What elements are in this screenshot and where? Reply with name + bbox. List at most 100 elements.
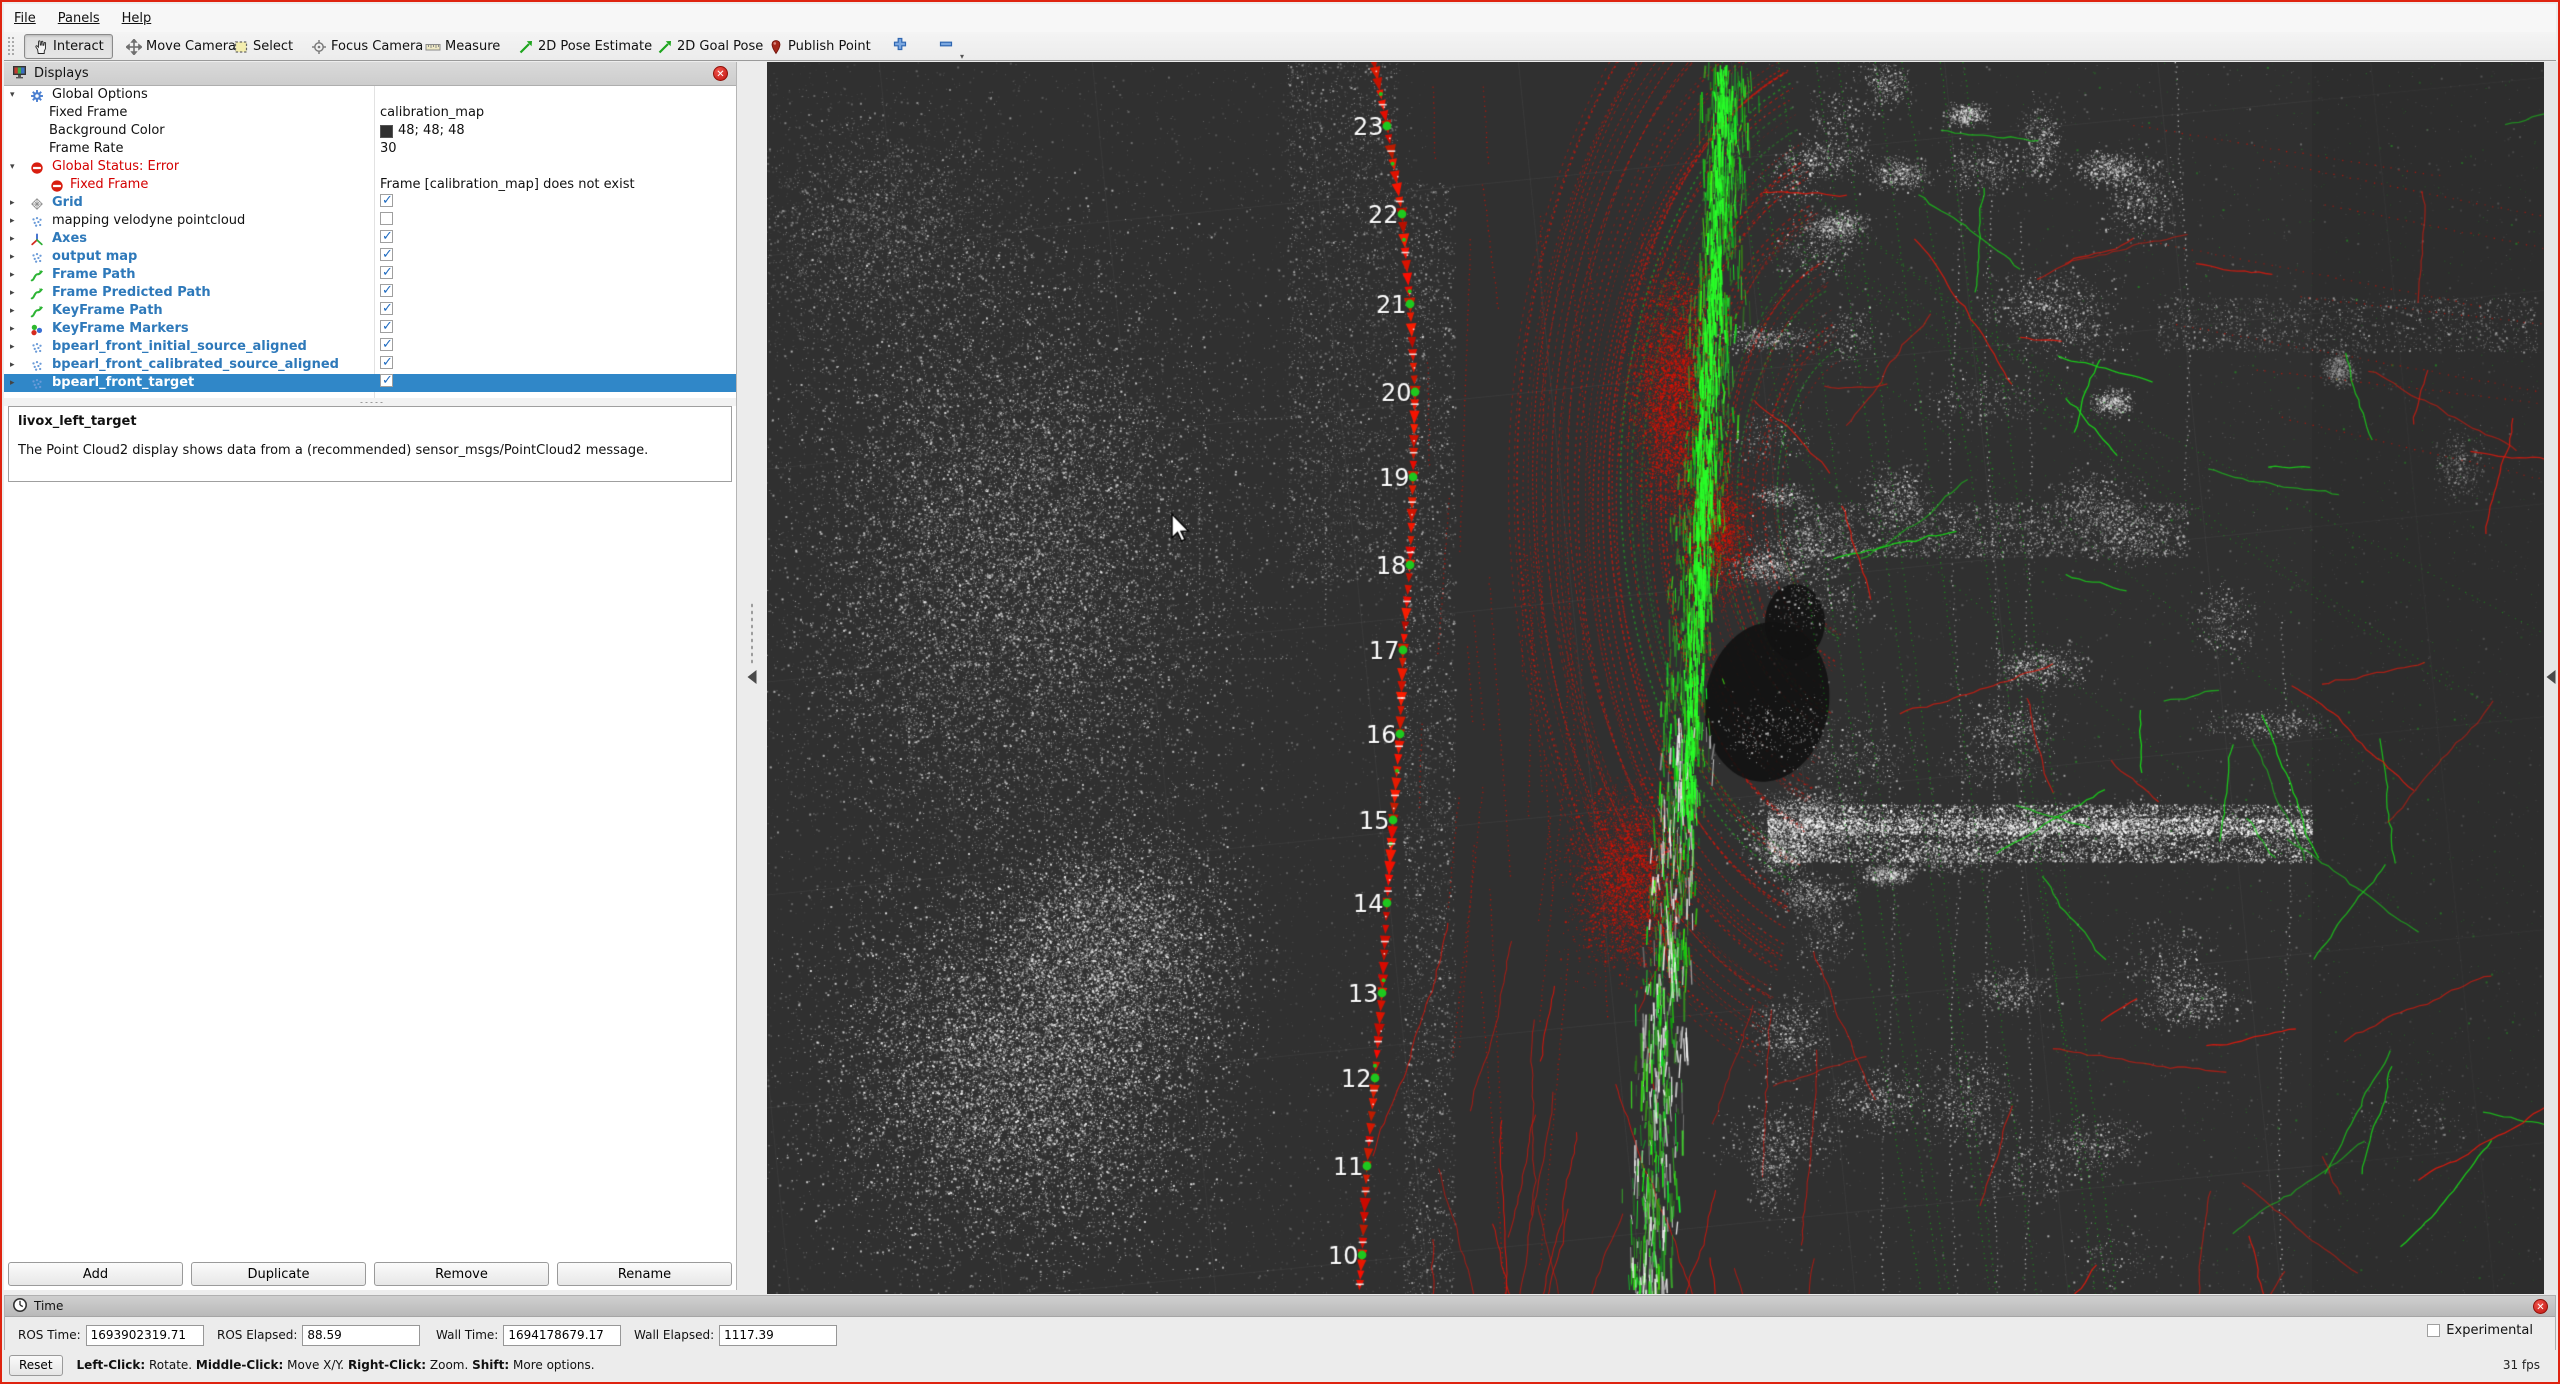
expand-icon[interactable]: ▸ [10, 194, 22, 212]
enable-checkbox[interactable] [380, 320, 393, 333]
menu-bar: File Panels Help [4, 4, 2556, 32]
row-value[interactable] [380, 212, 734, 225]
menu-file[interactable]: File [14, 11, 36, 26]
collapse-icon[interactable]: ▾ [10, 86, 22, 104]
collapse-left-panel-icon[interactable] [748, 670, 757, 684]
expand-icon[interactable]: ▸ [10, 338, 22, 356]
display-description-body: The Point Cloud2 display shows data from… [18, 443, 722, 458]
reset-button[interactable]: Reset [9, 1355, 63, 1376]
row-value[interactable]: 30 [380, 140, 734, 158]
add-tool-button[interactable] [888, 35, 912, 57]
experimental-checkbox[interactable] [2427, 1324, 2440, 1337]
enable-checkbox[interactable] [380, 356, 393, 369]
enable-checkbox[interactable] [380, 284, 393, 297]
display-row-mapping-velodyne-pointcloud[interactable]: ▸mapping velodyne pointcloud [4, 212, 736, 230]
add-button[interactable]: Add [8, 1262, 183, 1286]
expand-icon[interactable]: ▸ [10, 302, 22, 320]
enable-checkbox[interactable] [380, 212, 393, 225]
row-value[interactable] [380, 356, 734, 369]
enable-checkbox[interactable] [380, 338, 393, 351]
status-bar: Reset Left-Click: Rotate. Middle-Click: … [4, 1350, 2556, 1380]
row-value[interactable] [380, 302, 734, 315]
enable-checkbox[interactable] [380, 266, 393, 279]
enable-checkbox[interactable] [380, 194, 393, 207]
close-icon[interactable]: ✕ [2533, 1299, 2548, 1314]
tool-select[interactable]: Select [233, 34, 293, 59]
display-row-keyframe-path[interactable]: ▸KeyFrame Path [4, 302, 736, 320]
property-row-global-options[interactable]: ▾Global Options [4, 86, 736, 104]
field-input[interactable] [86, 1325, 204, 1346]
tree-description-splitter[interactable] [4, 398, 736, 406]
expand-icon[interactable]: ▸ [10, 248, 22, 266]
splitter-handle[interactable] [750, 602, 754, 664]
field-input[interactable] [302, 1325, 420, 1346]
enable-checkbox[interactable] [380, 302, 393, 315]
expand-icon[interactable]: ▸ [10, 212, 22, 230]
property-row-background-color[interactable]: Background Color48; 48; 48 [4, 122, 736, 140]
enable-checkbox[interactable] [380, 374, 393, 387]
menu-help[interactable]: Help [122, 11, 152, 26]
enable-checkbox[interactable] [380, 230, 393, 243]
row-value[interactable] [380, 338, 734, 351]
tool-2d-pose-estimate[interactable]: 2D Pose Estimate [518, 34, 652, 59]
display-row-grid[interactable]: ▸Grid [4, 194, 736, 212]
tool-move-camera[interactable]: Move Camera [126, 34, 236, 59]
expand-icon[interactable]: ▸ [10, 320, 22, 338]
row-value[interactable] [380, 284, 734, 297]
expand-icon[interactable]: ▸ [10, 266, 22, 284]
display-row-bpearl-front-calibrated-source-aligned[interactable]: ▸bpearl_front_calibrated_source_aligned [4, 356, 736, 374]
tool-publish-point[interactable]: Publish Point [768, 34, 871, 59]
duplicate-button[interactable]: Duplicate [191, 1262, 366, 1286]
row-value[interactable] [380, 266, 734, 279]
display-row-bpearl-front-target[interactable]: ▸bpearl_front_target [4, 374, 736, 392]
time-panel-header[interactable]: Time ✕ [5, 1296, 2555, 1317]
field-input[interactable] [503, 1325, 621, 1346]
expand-icon[interactable]: ▸ [10, 356, 22, 374]
toolbar-drag-handle[interactable] [7, 36, 16, 57]
row-value[interactable] [380, 374, 734, 387]
expand-right-panel-icon[interactable] [2547, 670, 2556, 684]
row-value[interactable]: calibration_map [380, 104, 734, 122]
display-row-frame-path[interactable]: ▸Frame Path [4, 266, 736, 284]
color-swatch[interactable] [380, 125, 393, 138]
chevron-down-icon[interactable]: ▾ [960, 52, 964, 61]
close-icon[interactable]: ✕ [713, 66, 728, 81]
tool-interact[interactable]: Interact [24, 34, 113, 59]
row-value[interactable]: Frame [calibration_map] does not exist [380, 176, 734, 194]
display-row-bpearl-front-initial-source-aligned[interactable]: ▸bpearl_front_initial_source_aligned [4, 338, 736, 356]
property-row-frame-rate[interactable]: Frame Rate30 [4, 140, 736, 158]
3d-viewport[interactable] [767, 62, 2544, 1294]
display-row-axes[interactable]: ▸Axes [4, 230, 736, 248]
row-value[interactable] [380, 320, 734, 333]
row-value[interactable] [380, 230, 734, 243]
pointcloud-canvas[interactable] [767, 62, 2544, 1294]
tool-2d-goal-pose[interactable]: 2D Goal Pose [657, 34, 763, 59]
display-row-output-map[interactable]: ▸output map [4, 248, 736, 266]
property-row-fixed-frame[interactable]: Fixed Framecalibration_map [4, 104, 736, 122]
display-row-keyframe-markers[interactable]: ▸KeyFrame Markers [4, 320, 736, 338]
property-row-fixed-frame[interactable]: Fixed FrameFrame [calibration_map] does … [4, 176, 736, 194]
menu-panels[interactable]: Panels [58, 11, 100, 26]
expand-icon[interactable]: ▸ [10, 374, 22, 392]
tool-focus-camera[interactable]: Focus Camera [311, 34, 423, 59]
remove-button[interactable]: Remove [374, 1262, 549, 1286]
expand-icon[interactable]: ▸ [10, 230, 22, 248]
rename-button[interactable]: Rename [557, 1262, 732, 1286]
left-panel-splitter[interactable] [737, 62, 767, 1290]
row-value[interactable]: 48; 48; 48 [380, 122, 734, 140]
experimental-toggle[interactable]: Experimental [2427, 1323, 2533, 1338]
enable-checkbox[interactable] [380, 248, 393, 261]
tool-measure[interactable]: Measure [425, 34, 500, 59]
right-panel-splitter[interactable] [2544, 62, 2558, 1290]
row-value[interactable] [380, 248, 734, 261]
tool-label: 2D Pose Estimate [538, 39, 652, 54]
display-row-frame-predicted-path[interactable]: ▸Frame Predicted Path [4, 284, 736, 302]
remove-tool-button[interactable]: ▾ [934, 35, 958, 57]
help-desc: Move X/Y. [283, 1358, 348, 1372]
field-input[interactable] [719, 1325, 837, 1346]
collapse-icon[interactable]: ▾ [10, 158, 22, 176]
property-row-global-status--error[interactable]: ▾Global Status: Error [4, 158, 736, 176]
displays-panel-header[interactable]: Displays ✕ [4, 62, 736, 86]
expand-icon[interactable]: ▸ [10, 284, 22, 302]
row-value[interactable] [380, 194, 734, 207]
